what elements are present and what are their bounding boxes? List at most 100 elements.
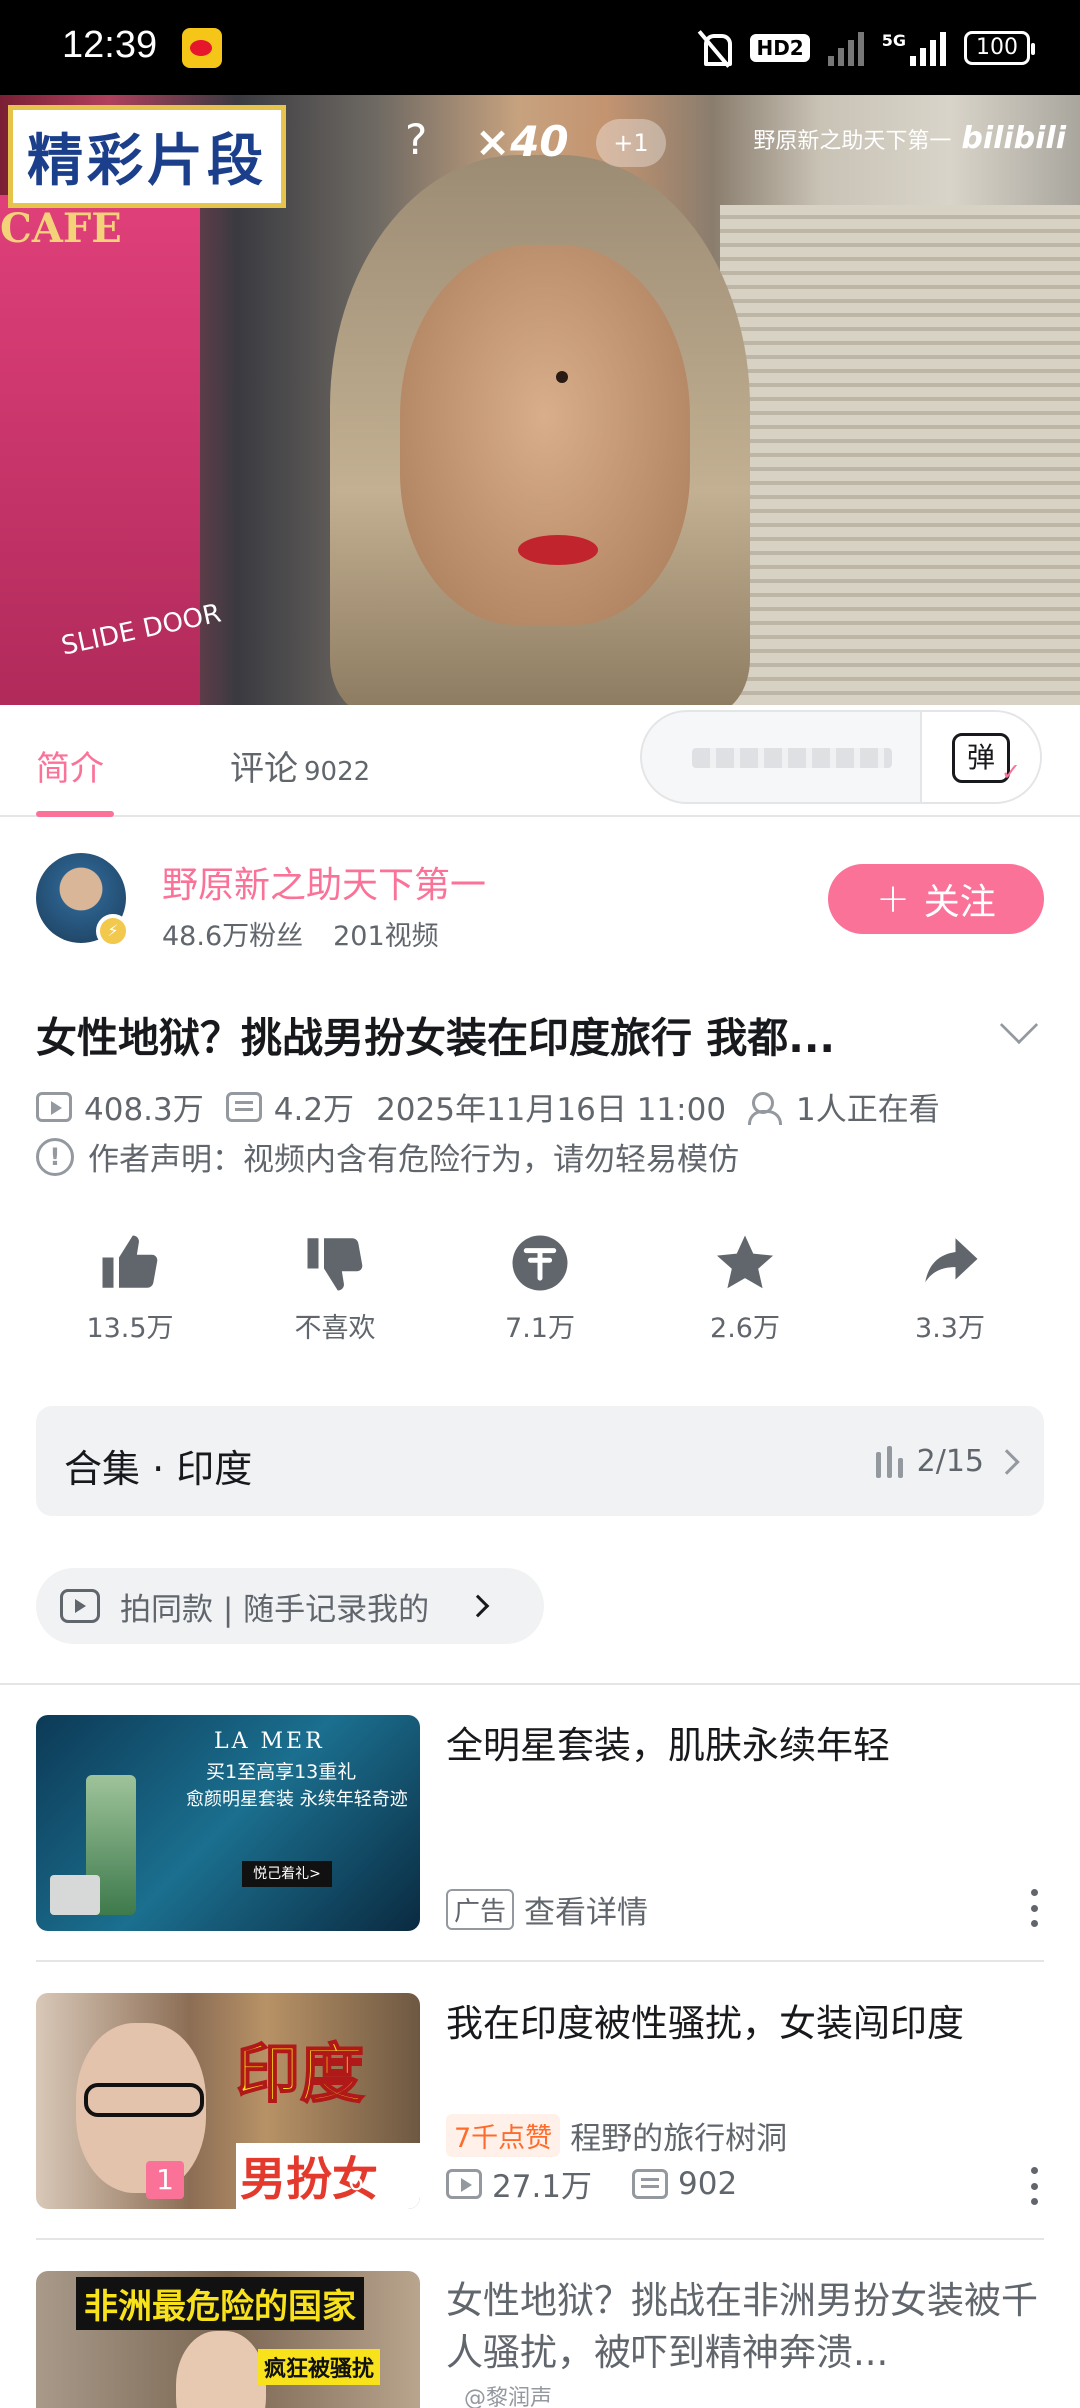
favorite-button[interactable]: 2.6万 — [675, 1230, 815, 1345]
item-stats: 27.1万 902 — [446, 2161, 737, 2206]
mute-icon — [696, 28, 733, 68]
video-title-item: 我在印度被性骚扰，女装闯印度 — [446, 2002, 964, 2045]
ad-view-details[interactable]: 查看详情 — [524, 1887, 648, 1932]
video-scene-shutter — [720, 205, 1080, 705]
video-title: 女性地狱？挑战男扮女装在印度旅行 我都... — [36, 1014, 835, 1062]
signal-sim1-icon — [827, 30, 864, 66]
chevron-down-icon[interactable] — [999, 1005, 1039, 1045]
video-watermark: 野原新之助天下第一 bilibili — [753, 121, 1066, 156]
share-icon — [925, 1238, 978, 1283]
video-person-face — [400, 245, 690, 625]
danmaku-count: 4.2万 — [273, 1092, 355, 1128]
item-author: 程野的旅行树洞 — [570, 2121, 788, 2157]
danmaku-input[interactable]: 弹 — [640, 710, 1042, 804]
share-count: 3.3万 — [915, 1313, 985, 1344]
video-player[interactable]: CAFE SLIDE DOOR 精彩片段 ? ×40 +1 野原新之助天下第一 … — [0, 95, 1080, 705]
favorite-count: 2.6万 — [710, 1313, 780, 1344]
signal-sim2-icon — [910, 30, 946, 66]
product-jar — [50, 1875, 100, 1915]
danmaku-count-icon — [225, 1091, 262, 1122]
thumb-index: 1 — [146, 2161, 184, 2199]
ad-thumb-button: 悦己着礼> — [242, 1861, 332, 1887]
tab-active-indicator — [36, 811, 114, 817]
weibo-notification-icon — [182, 28, 222, 68]
status-icons: HD2 5G 100 — [696, 28, 1035, 68]
author-notice-text: 作者声明：视频内含有危险行为，请勿轻易模仿 — [88, 1142, 739, 1178]
chevron-right-icon — [994, 1448, 1020, 1475]
item-divider — [36, 2238, 1044, 2240]
chevron-right-icon — [466, 1594, 490, 1618]
video-person-lips — [518, 535, 598, 565]
video-title-item: 女性地狱？挑战在非洲男扮女装被千人骚扰，被吓到精神奔溃... — [446, 2279, 1038, 2374]
action-bar: 13.5万 不喜欢 7.1万 2.6万 3.3万 — [36, 1230, 1044, 1345]
uploader-name[interactable]: 野原新之助天下第一 — [162, 856, 486, 908]
watermark-uploader: 野原新之助天下第一 — [753, 128, 952, 154]
episode-list-icon — [875, 1445, 903, 1478]
collection-card[interactable]: 合集 · 印度 2/15 — [36, 1406, 1044, 1516]
collection-title: 合集 · 印度 — [64, 1447, 253, 1491]
plus-icon: + — [876, 876, 910, 922]
camera-icon — [60, 1589, 100, 1623]
like-icon — [102, 1235, 158, 1288]
ad-tag: 广告 — [446, 1889, 515, 1930]
warning-icon: ! — [36, 1137, 74, 1176]
clock: 12:39 — [62, 24, 158, 66]
tab-intro[interactable]: 简介 — [36, 741, 104, 790]
ad-card[interactable]: LA MER 买1至高享13重礼 愈颜明星套装 永续年轻奇迹 悦己着礼> 全明星… — [36, 1715, 1044, 1931]
shoot-same-style-button[interactable]: 拍同款 | 随手记录我的 — [36, 1568, 544, 1644]
comments-count: 9022 — [304, 757, 371, 787]
ad-thumbnail: LA MER 买1至高享13重礼 愈颜明星套装 永续年轻奇迹 悦己着礼> — [36, 1715, 420, 1931]
ad-line1: 买1至高享13重礼 — [206, 1761, 357, 1783]
shoot-same-style-text: 拍同款 | 随手记录我的 — [120, 1591, 430, 1628]
ad-line2: 愈颜明星套装 永续年轻奇迹 — [186, 1789, 408, 1810]
video-duration: 6:56 — [347, 2167, 406, 2197]
uploader-stats: 48.6万粉丝 201视频 — [162, 914, 439, 953]
item-author-row: 7千点赞 程野的旅行树洞 — [446, 2113, 787, 2158]
collection-progress-wrap: 2/15 — [875, 1444, 1020, 1479]
video-thumbnail: 非洲最危险的国家 疯狂被骚扰 — [36, 2271, 420, 2408]
bilibili-logo-icon: bilibili — [961, 121, 1066, 156]
danmaku-toggle-button[interactable]: 弹 — [920, 712, 1040, 802]
follow-label: 关注 — [923, 882, 996, 923]
play-count-icon — [446, 2168, 482, 2199]
video-thumbnail: 印度 男扮女装 1 6:56 — [36, 1993, 420, 2209]
plus-one-button[interactable]: +1 — [596, 119, 666, 167]
thumb-caption2: 疯狂被骚扰 — [258, 2349, 381, 2385]
danmaku-icon: 弹 — [952, 733, 1021, 794]
item-danmaku-count: 902 — [678, 2165, 738, 2202]
coin-button[interactable]: 7.1万 — [470, 1230, 610, 1345]
item-divider — [36, 1960, 1044, 1962]
list-item[interactable]: 印度 男扮女装 1 6:56 我在印度被性骚扰，女装闯印度 7千点赞 程野的旅行… — [36, 1993, 1044, 2209]
author-notice: ! 作者声明：视频内含有危险行为，请勿轻易模仿 — [36, 1134, 739, 1179]
hot-badge: 7千点赞 — [446, 2114, 561, 2157]
video-person-bindi — [556, 371, 568, 383]
weibo-watermark: @黎润声 — [464, 2386, 553, 2408]
status-bar: 12:39 HD2 5G 100 — [0, 0, 1080, 95]
star-icon — [716, 1235, 774, 1289]
collection-progress: 2/15 — [916, 1444, 984, 1479]
coin-count: 7.1万 — [505, 1313, 575, 1344]
like-count: 13.5万 — [86, 1313, 174, 1344]
fans-count: 48.6万粉丝 — [162, 921, 304, 952]
like-button[interactable]: 13.5万 — [60, 1230, 200, 1345]
battery-icon: 100 — [964, 31, 1035, 65]
verified-badge-icon: ⚡ — [96, 914, 130, 948]
tab-comments[interactable]: 评论 9022 — [230, 741, 370, 790]
danmaku-count-icon — [632, 2168, 669, 2199]
video-meta: 408.3万 4.2万 2025年11月16日 11:00 1人正在看 — [36, 1084, 940, 1129]
play-count-icon — [36, 1091, 72, 1122]
thumb-caption: 印度 — [235, 2037, 365, 2113]
more-options-icon[interactable] — [1030, 2167, 1038, 2205]
hd-voice-icon: HD2 — [750, 34, 810, 62]
network-type-label: 5G — [881, 30, 906, 50]
ad-title: 全明星套装，肌肤永续年轻 — [446, 1724, 890, 1767]
thumb-caption: 非洲最危险的国家 — [76, 2277, 364, 2330]
danmaku-placeholder — [692, 748, 892, 768]
combo-counter: ×40 — [475, 117, 569, 166]
follow-button[interactable]: + 关注 — [828, 864, 1044, 934]
more-options-icon[interactable] — [1030, 1889, 1038, 1927]
video-count: 201视频 — [333, 921, 439, 952]
dislike-button[interactable]: 不喜欢 — [265, 1230, 405, 1345]
section-divider — [0, 1683, 1080, 1685]
share-button[interactable]: 3.3万 — [880, 1230, 1020, 1345]
